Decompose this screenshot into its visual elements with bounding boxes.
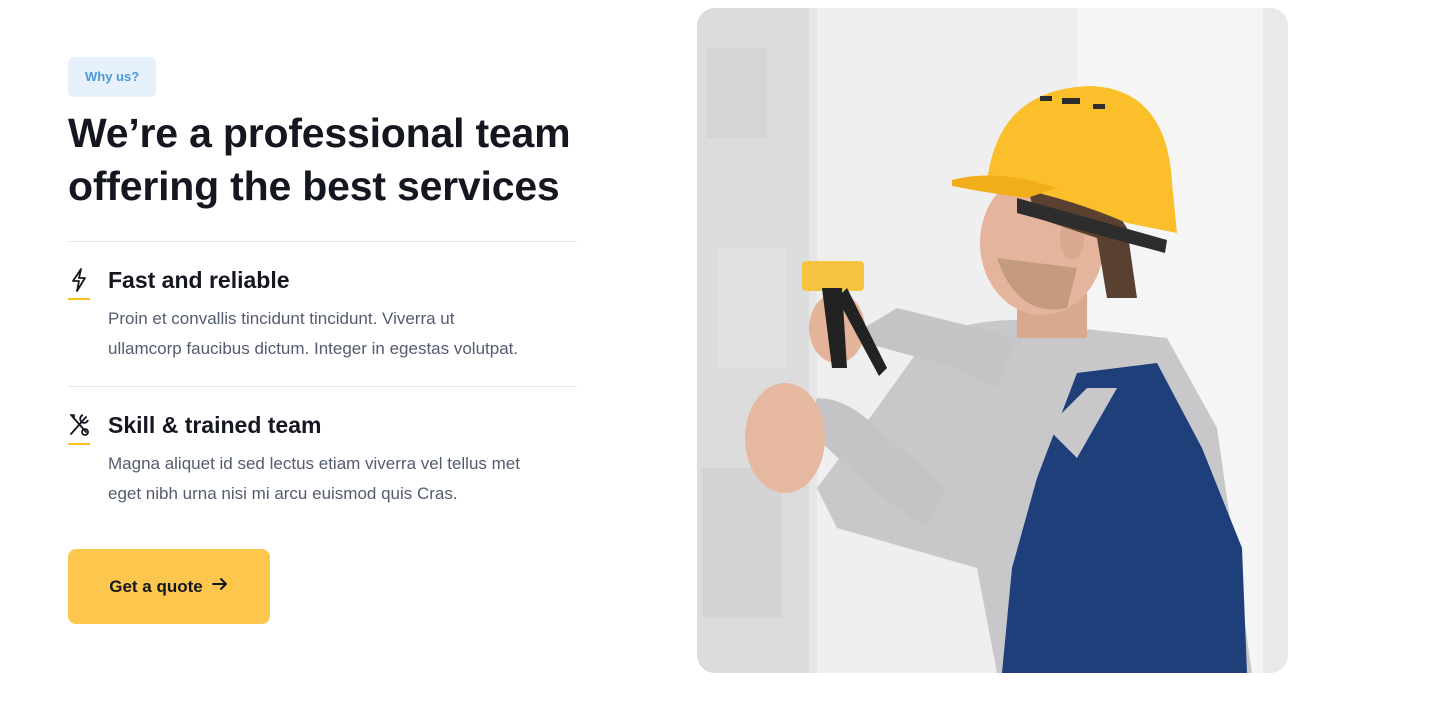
feature-title: Skill & trained team bbox=[108, 412, 322, 438]
feature-skill-team: Skill & trained team Magna aliquet id se… bbox=[68, 410, 588, 509]
get-quote-button[interactable]: Get a quote bbox=[68, 549, 270, 624]
divider bbox=[68, 241, 577, 242]
lightning-icon bbox=[68, 267, 90, 301]
feature-title: Fast and reliable bbox=[108, 267, 290, 293]
section-heading: We’re a professional team offering the b… bbox=[68, 107, 588, 213]
worker-illustration bbox=[697, 8, 1288, 673]
feature-fast-reliable: Fast and reliable Proin et convallis tin… bbox=[68, 265, 588, 364]
worker-photo bbox=[697, 8, 1288, 673]
feature-description: Magna aliquet id sed lectus etiam viverr… bbox=[108, 454, 520, 503]
why-us-section: Why us? We’re a professional team offeri… bbox=[68, 57, 588, 509]
heading-line-2: offering the best services bbox=[68, 163, 560, 209]
eyebrow-badge: Why us? bbox=[68, 57, 157, 97]
divider bbox=[68, 386, 577, 387]
arrow-right-icon bbox=[211, 576, 229, 597]
feature-description: Proin et convallis tincidunt tincidunt. … bbox=[108, 309, 519, 358]
tools-icon bbox=[68, 412, 90, 446]
get-quote-label: Get a quote bbox=[109, 576, 203, 596]
heading-line-1: We’re a professional team bbox=[68, 110, 571, 156]
